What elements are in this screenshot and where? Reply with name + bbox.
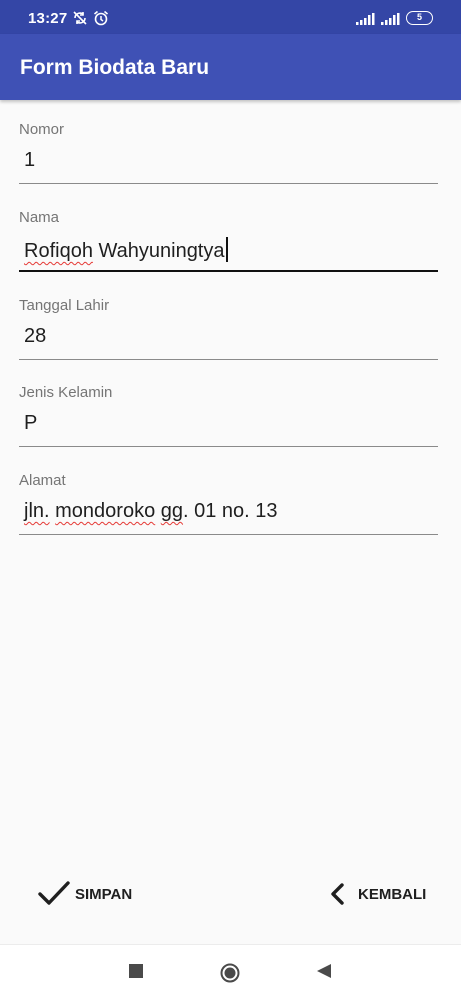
tanggal-lahir-label: Tanggal Lahir [19,297,110,314]
alamat-word-misspelled: gg [160,500,184,522]
status-time: 13:27 [28,10,68,27]
save-label: SIMPAN [75,886,133,903]
alarm-icon [93,10,109,31]
system-nav-bar [0,944,461,1000]
nomor-input[interactable]: 1 [24,149,35,172]
tanggal-lahir-input[interactable]: 28 [24,325,46,348]
check-icon [37,880,71,912]
text-cursor [225,237,228,262]
app-bar: Form Biodata Baru [0,34,461,100]
tanggal-lahir-underline [19,359,438,360]
alamat-word-misspelled: jln. [24,500,50,522]
alamat-text: . 01 no. 13 [183,500,278,522]
recent-apps-icon[interactable] [128,963,144,984]
save-button[interactable]: SIMPAN [37,878,147,910]
back-icon[interactable] [316,963,332,984]
nama-word: Wahyuningtya [92,240,225,262]
alamat-label: Alamat [19,472,66,489]
alamat-word-misspelled: mondoroko [55,500,156,522]
nomor-label: Nomor [19,121,65,138]
nomor-underline [19,183,438,184]
battery-icon: 5 [406,11,433,25]
sync-disabled-icon [72,10,88,31]
back-button[interactable]: KEMBALI [328,878,438,910]
page-title: Form Biodata Baru [20,56,210,79]
jenis-kelamin-underline [19,446,438,447]
home-icon[interactable] [220,963,240,988]
nama-underline [19,270,438,272]
nama-input[interactable]: Rofiqoh Wahyuningtya [24,237,228,263]
nama-label: Nama [19,209,60,226]
back-label: KEMBALI [358,886,427,903]
alamat-input[interactable]: jln. mondoroko gg. 01 no. 13 [24,500,278,523]
signal-icon [381,12,401,30]
status-bar: 13:27 5 [0,0,461,34]
chevron-left-icon [328,880,348,912]
nama-word-misspelled: Rofiqoh [24,240,93,262]
signal-icon [356,12,376,30]
jenis-kelamin-label: Jenis Kelamin [19,384,113,401]
jenis-kelamin-input[interactable]: P [24,412,37,435]
alamat-underline [19,534,438,535]
